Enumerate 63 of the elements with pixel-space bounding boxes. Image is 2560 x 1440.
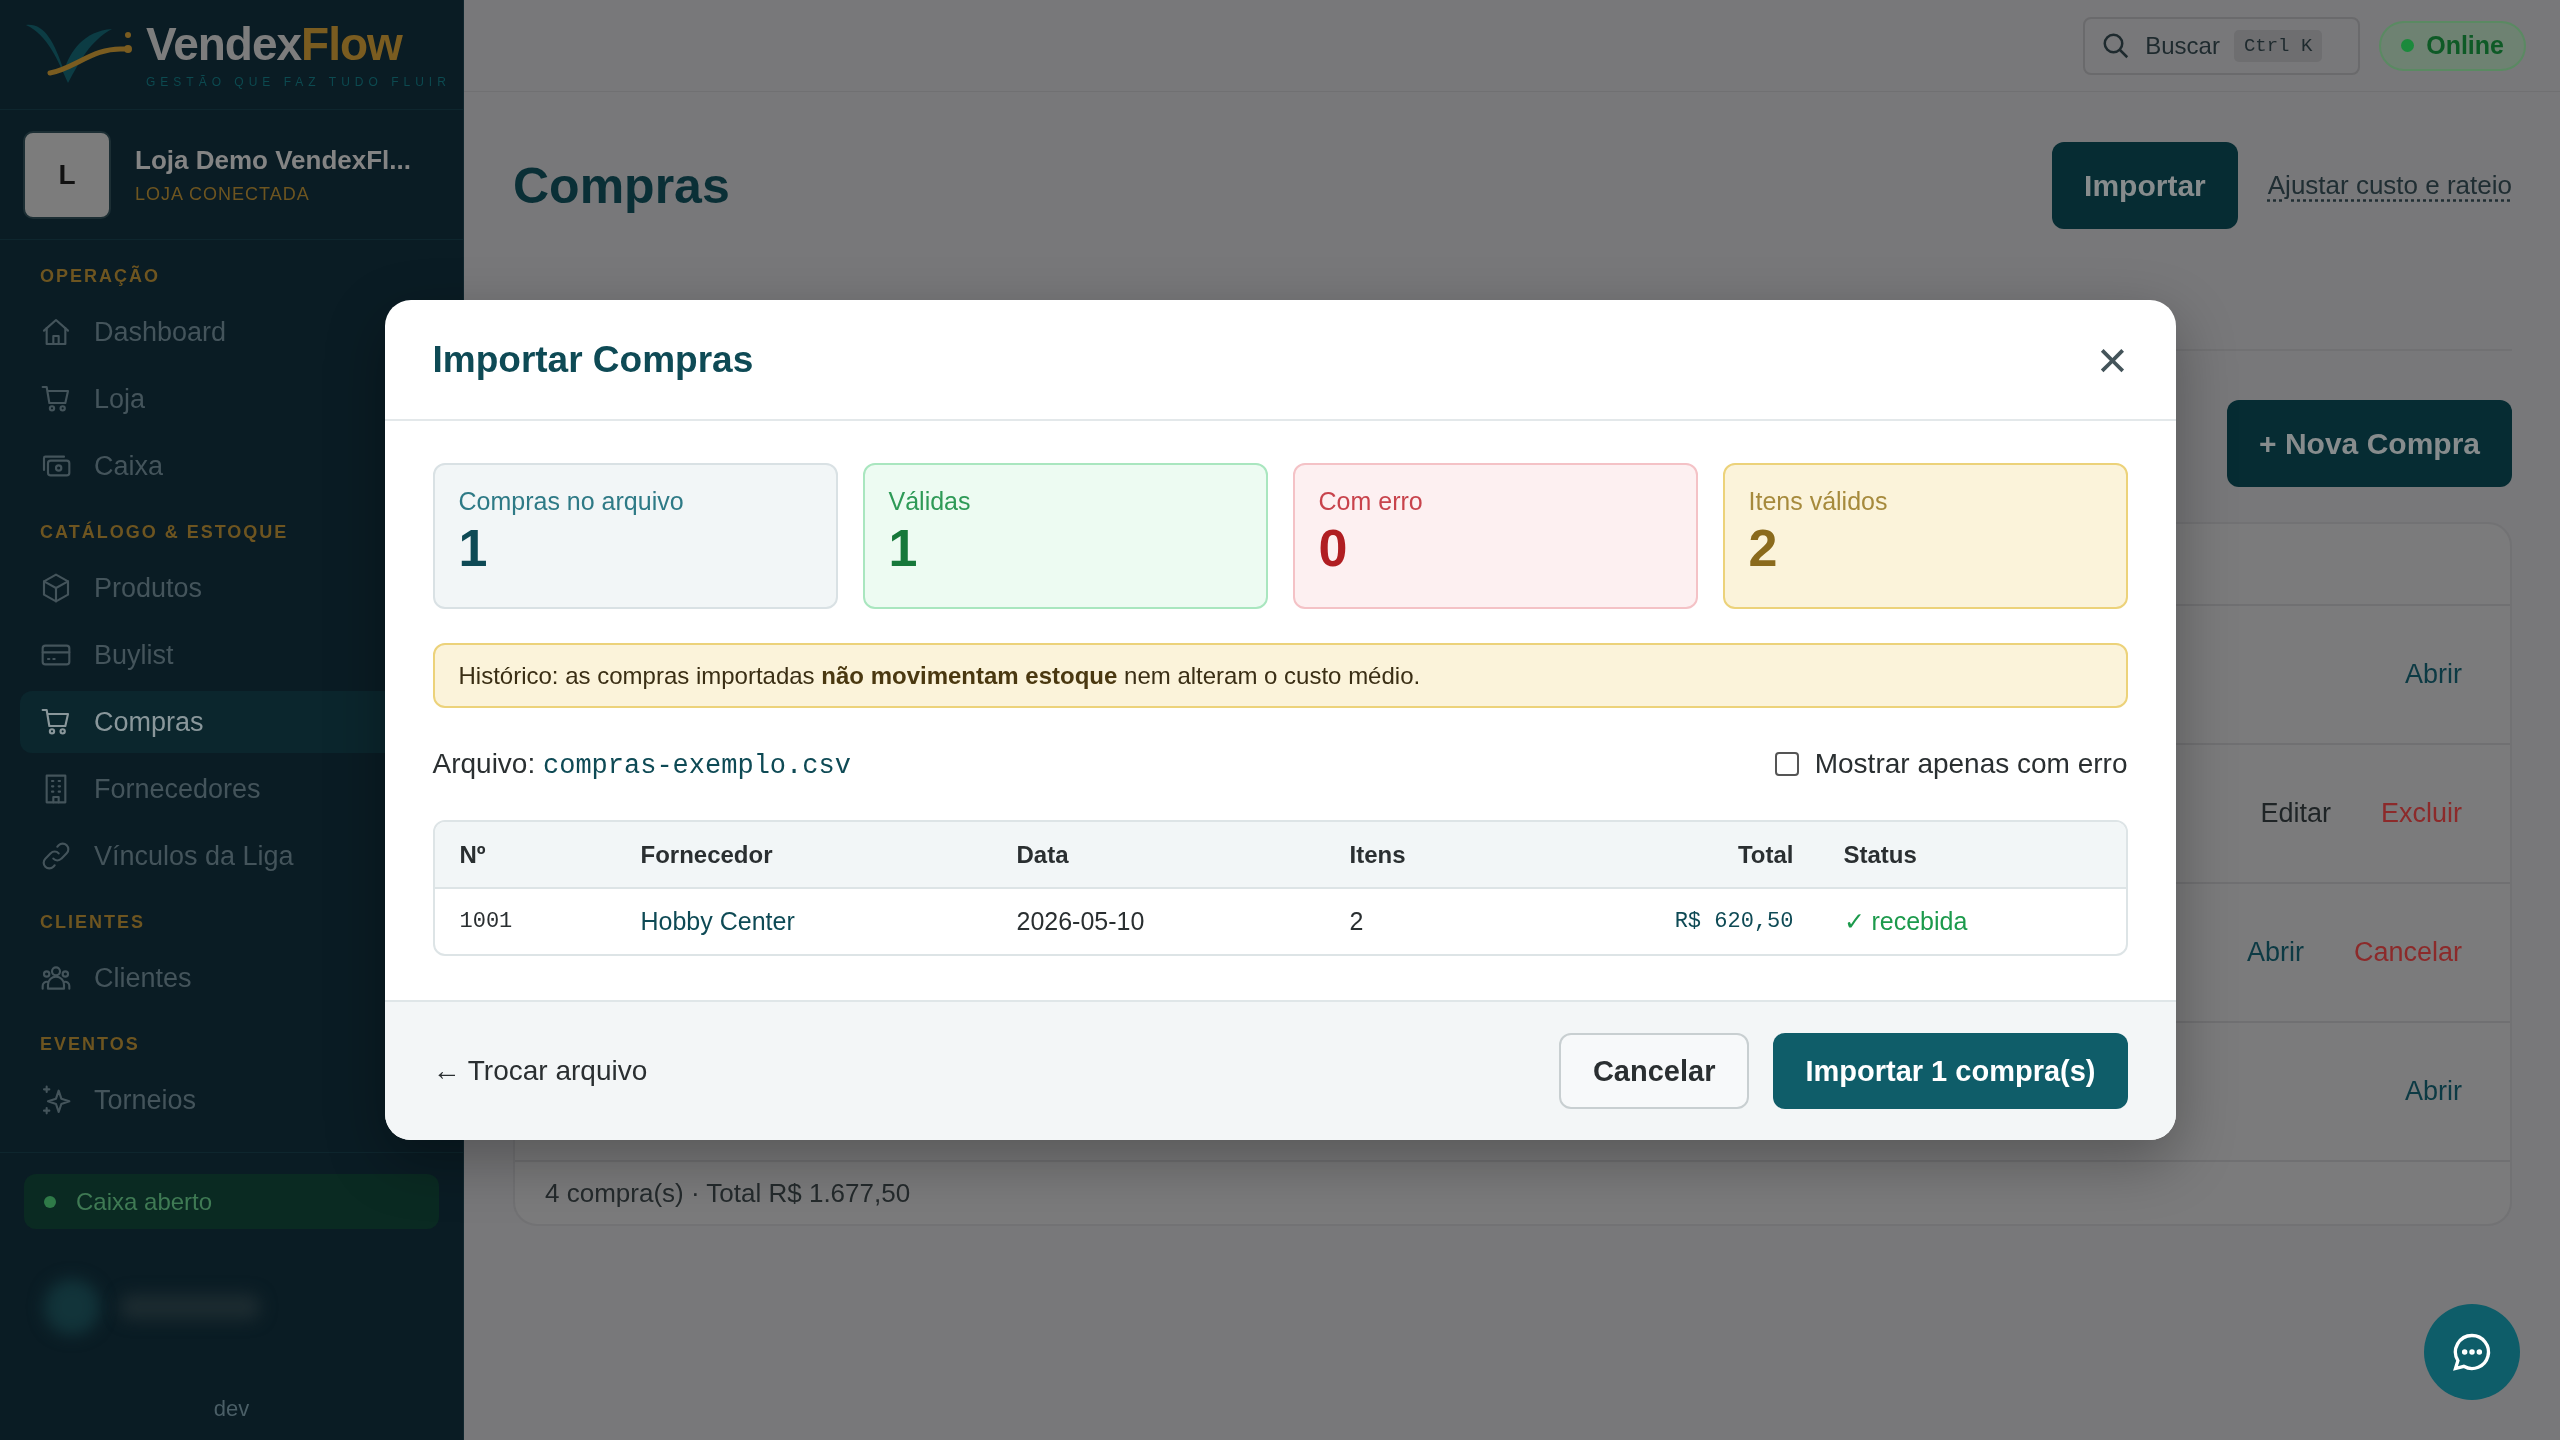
column-header: Nº (458, 840, 487, 869)
table-cell-text: R$ 620,50 (1673, 909, 1795, 934)
stat-label: Com erro (1318, 487, 1424, 516)
environment-label: dev (212, 1396, 251, 1422)
column-header: Status (1842, 840, 1918, 869)
page-title: Compras (513, 156, 730, 215)
checkbox-label: Mostrar apenas com erro (1814, 748, 2128, 780)
new-purchase-button[interactable]: + Nova Compra (2227, 400, 2512, 487)
search-field[interactable]: Buscar Ctrl K (2083, 16, 2361, 75)
section-title: CLIENTES (39, 911, 146, 934)
stat-value: 0 (1318, 520, 1349, 578)
row-action-link[interactable]: Abrir (2405, 659, 2462, 690)
table-cell-text: 2 (1348, 907, 1365, 936)
cart-icon (40, 383, 72, 415)
close-button[interactable]: × (2097, 333, 2128, 386)
store-status: LOJA CONECTADA (135, 183, 311, 205)
section-title: EVENTOS (39, 1033, 141, 1056)
store-name: Loja Demo VendexFl... (135, 144, 411, 176)
stat-label: Itens válidos (1748, 487, 1889, 516)
sidebar-item[interactable]: Clientes (20, 947, 443, 1009)
cancel-button[interactable]: Cancelar (1558, 1033, 1750, 1109)
row-action-link[interactable]: Editar (2260, 798, 2331, 829)
row-action-link[interactable]: Abrir (2405, 1076, 2462, 1107)
link-icon (40, 840, 72, 872)
purchases-summary: 4 compra(s) · Total R$ 1.677,50 (545, 1177, 911, 1209)
column-header: Fornecedor (639, 840, 774, 869)
sparkle-icon (40, 1084, 72, 1116)
column-header: Itens (1348, 840, 1407, 869)
register-status: Caixa aberto (24, 1174, 439, 1229)
column-header: Data (1015, 840, 1070, 869)
stat-value: 1 (458, 520, 489, 578)
sidebar-item[interactable]: Caixa (20, 435, 443, 497)
stat-label: Válidas (888, 487, 972, 516)
status-cell-text: ✓ recebida (1842, 907, 1969, 936)
dialog-title: Importar Compras (432, 338, 754, 381)
stat-value: 1 (888, 520, 919, 578)
sidebar-item[interactable]: Produtos (20, 557, 443, 619)
confirm-import-button[interactable]: Importar 1 compra(s) (1773, 1033, 2128, 1109)
cart-icon (40, 706, 72, 738)
online-status: Online (2379, 20, 2526, 71)
stat-label: Compras no arquivo (458, 487, 685, 516)
brand-name: VendexFlow (146, 20, 404, 67)
keyboard-shortcut: Ctrl K (2233, 29, 2323, 62)
history-notice: Histórico: as compras importadas não movimentam estoque nem alteram o custo médio. (432, 643, 2128, 708)
change-file-link[interactable]: ← Trocar arquivo (432, 1055, 648, 1087)
import-button[interactable]: Importar (2052, 142, 2238, 229)
errors-only-checkbox[interactable] (1774, 752, 1799, 776)
table-cell-text: 1001 (458, 909, 514, 934)
cube-icon (40, 572, 72, 604)
section-title: OPERAÇÃO (39, 264, 161, 288)
search-label: Buscar (2145, 31, 2220, 60)
store-avatar: L (23, 130, 111, 219)
adjust-cost-link[interactable]: Ajustar custo e rateio (2267, 170, 2512, 201)
row-action-link[interactable]: Cancelar (2353, 937, 2462, 968)
row-action-link[interactable]: Abrir (2246, 937, 2304, 968)
column-header: Total (1736, 840, 1795, 869)
house-icon (40, 316, 72, 348)
row-action-link[interactable]: Excluir (2381, 798, 2462, 829)
sidebar-item[interactable]: Vínculos da Liga (20, 825, 443, 887)
section-title: CATÁLOGO & ESTOQUE (39, 520, 290, 544)
stat-value: 2 (1748, 520, 1779, 578)
table-cell-text: Hobby Center (639, 907, 796, 936)
table-cell-text: 2026-05-10 (1015, 907, 1146, 936)
